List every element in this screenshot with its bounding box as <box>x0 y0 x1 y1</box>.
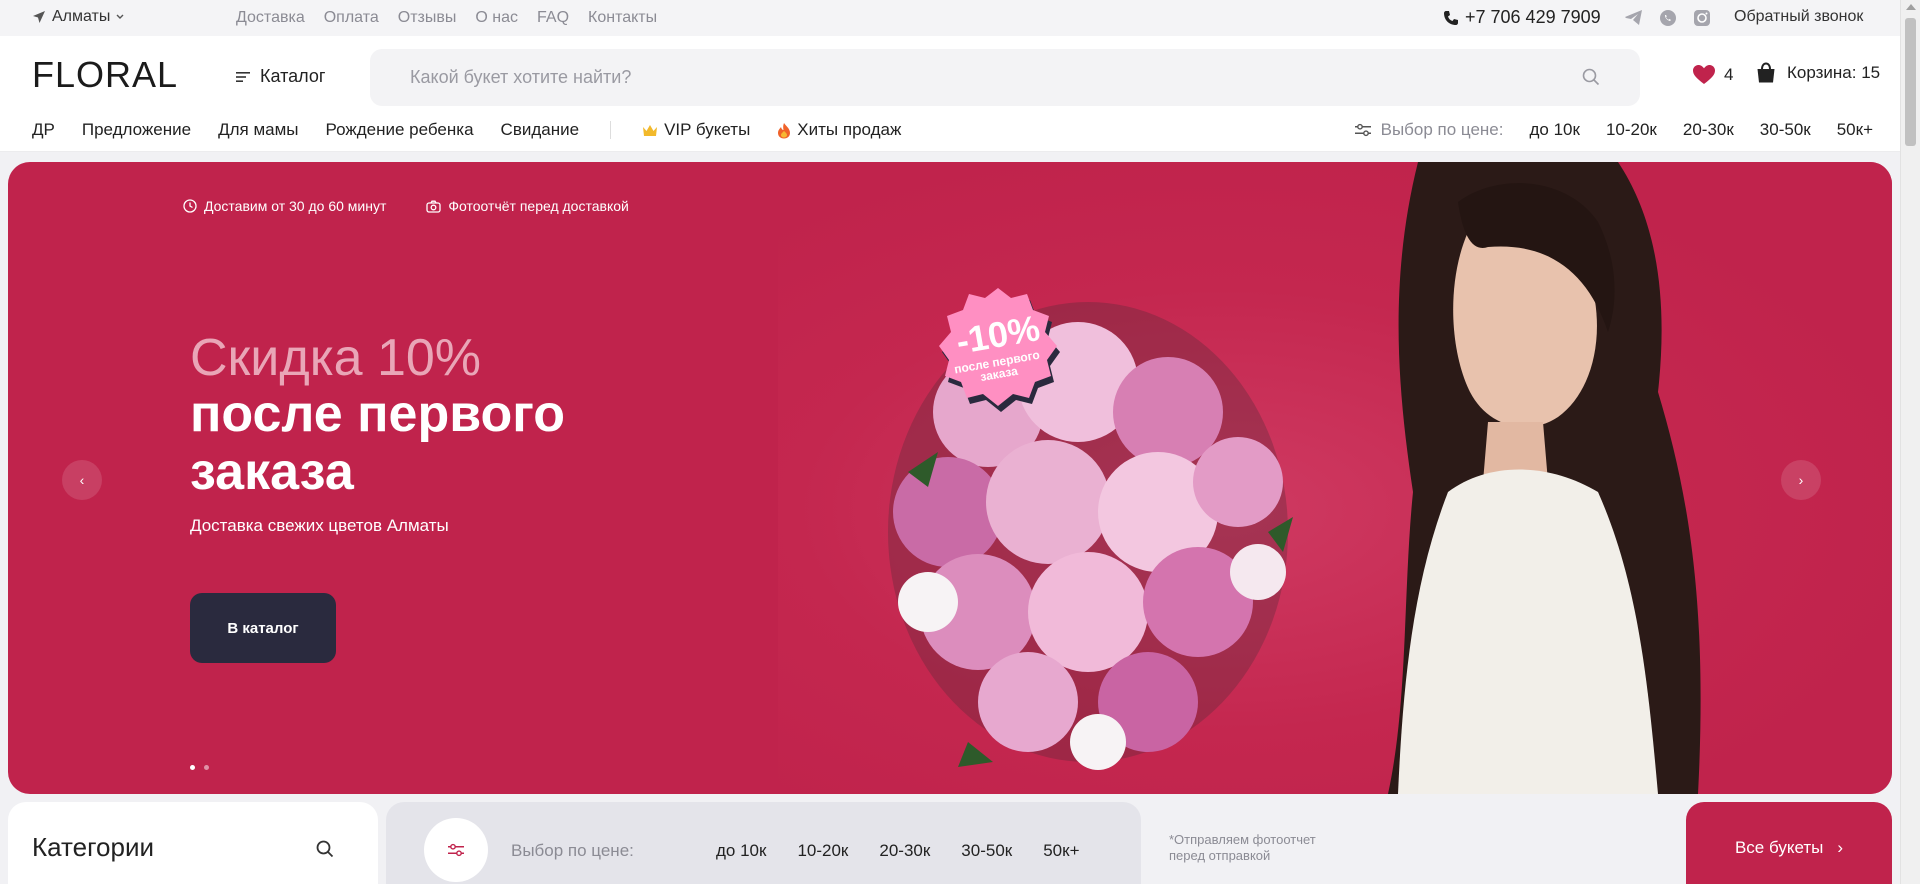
top-links: Доставка Оплата Отзывы О нас FAQ Контакт… <box>236 9 657 27</box>
favorites-count: 4 <box>1724 64 1734 84</box>
crown-icon <box>643 124 658 136</box>
hero-title-bold: после первого заказа <box>190 385 565 501</box>
catalog-label: Каталог <box>260 66 326 86</box>
link-contacts[interactable]: Контакты <box>588 9 657 27</box>
price-panel-label: Выбор по цене: <box>511 841 634 860</box>
perk-photo-text: Фотоотчёт перед доставкой <box>448 198 629 214</box>
hero-subtitle: Доставка свежих цветов Алматы <box>190 516 449 535</box>
all-bouquets-button[interactable]: Все букеты › <box>1686 802 1892 884</box>
page-scrollbar[interactable] <box>1900 0 1920 884</box>
nav-item-date[interactable]: Свидание <box>501 120 580 140</box>
search-icon[interactable] <box>1582 68 1600 86</box>
perk-delivery-text: Доставим от 30 до 60 минут <box>204 198 387 214</box>
hero-banner: -10% после первого заказа Доставим от 30… <box>8 162 1892 794</box>
cart-button[interactable]: Корзина: 15 <box>1755 62 1880 84</box>
clock-icon <box>183 199 197 213</box>
all-bouquets-label: Все букеты <box>1734 838 1824 857</box>
perk-delivery: Доставим от 30 до 60 минут <box>183 198 386 214</box>
shopping-bag-icon <box>1757 62 1775 83</box>
price-option-under-10k[interactable]: до 10к <box>1530 120 1580 140</box>
slider-prev-button[interactable]: ‹ <box>62 460 102 500</box>
price-panel-50k-plus[interactable]: 50к+ <box>1043 841 1079 861</box>
hero-title-light: Скидка 10% <box>190 329 482 387</box>
scrollbar-thumb[interactable] <box>1905 18 1916 146</box>
category-nav: ДР Предложение Для мамы Рождение ребенка… <box>32 120 901 140</box>
phone-link[interactable]: +7 706 429 7909 <box>1443 7 1601 28</box>
perk-photo: Фотоотчёт перед доставкой <box>426 198 629 214</box>
header-price-filter: Выбор по цене: до 10к 10-20к 20-30к 30-5… <box>1354 120 1873 140</box>
callback-link[interactable]: Обратный звонок <box>1734 8 1863 26</box>
chevron-right-icon: › <box>1798 472 1804 488</box>
phone-icon <box>1444 10 1458 25</box>
telegram-icon[interactable] <box>1624 9 1644 27</box>
chevron-left-icon: ‹ <box>79 472 85 488</box>
city-name: Алматы <box>52 8 111 25</box>
sliders-icon <box>1354 123 1371 137</box>
to-catalog-button[interactable]: В каталог <box>190 593 336 663</box>
scroll-up-icon[interactable] <box>1906 4 1916 10</box>
nav-item-birthday[interactable]: ДР <box>32 120 55 140</box>
chevron-down-icon <box>116 14 124 19</box>
nav-item-proposal[interactable]: Предложение <box>82 120 191 140</box>
link-about[interactable]: О нас <box>475 9 518 27</box>
hero-perks: Доставим от 30 до 60 минут Фотоотчёт пер… <box>183 198 629 214</box>
nav-item-for-mom[interactable]: Для мамы <box>218 120 298 140</box>
sliders-icon <box>448 843 464 857</box>
fire-icon <box>778 122 791 138</box>
price-option-30-50k[interactable]: 30-50к <box>1760 120 1811 140</box>
price-panel-10-20k[interactable]: 10-20к <box>797 841 848 861</box>
logo[interactable]: FLORAL <box>32 54 178 96</box>
nav-divider <box>610 121 612 139</box>
price-filter-panel: Выбор по цене: до 10к 10-20к 20-30к 30-5… <box>386 802 1141 884</box>
whatsapp-icon[interactable] <box>1658 9 1678 27</box>
price-option-50k-plus[interactable]: 50к+ <box>1837 120 1873 140</box>
price-option-20-30k[interactable]: 20-30к <box>1683 120 1734 140</box>
link-payment[interactable]: Оплата <box>324 9 379 27</box>
menu-icon <box>236 71 250 82</box>
link-reviews[interactable]: Отзывы <box>398 9 457 27</box>
instagram-icon[interactable] <box>1692 9 1712 27</box>
social-links <box>1624 9 1712 27</box>
search-icon[interactable] <box>316 840 334 858</box>
categories-title: Категории <box>32 832 154 862</box>
price-filter-label: Выбор по цене: <box>1354 120 1504 140</box>
camera-icon <box>426 200 442 213</box>
nav-item-newborn[interactable]: Рождение ребенка <box>326 120 474 140</box>
phone-number: +7 706 429 7909 <box>1465 7 1601 27</box>
search-input[interactable] <box>410 49 1510 106</box>
price-panel-30-50k[interactable]: 30-50к <box>961 841 1012 861</box>
filter-circle[interactable] <box>424 818 488 882</box>
discount-badge: -10% после первого заказа <box>933 284 1063 414</box>
top-bar: Алматы Доставка Оплата Отзывы О нас FAQ … <box>0 0 1900 36</box>
chevron-right-icon: › <box>1837 838 1844 857</box>
categories-panel: Категории <box>8 802 378 884</box>
slider-next-button[interactable]: › <box>1781 460 1821 500</box>
price-filter-text: Выбор по цене: <box>1380 120 1504 139</box>
heart-icon <box>1693 65 1715 84</box>
nav-item-hits[interactable]: Хиты продаж <box>777 120 901 140</box>
search-box <box>370 49 1640 106</box>
price-option-10-20k[interactable]: 10-20к <box>1606 120 1657 140</box>
nav-vip-label: VIP букеты <box>664 120 751 139</box>
link-delivery[interactable]: Доставка <box>236 9 305 27</box>
price-panel-options: до 10к 10-20к 20-30к 30-50к 50к+ <box>716 841 1080 861</box>
slider-dot-1[interactable] <box>190 765 195 770</box>
nav-item-vip[interactable]: VIP букеты <box>642 120 750 140</box>
price-panel-under-10k[interactable]: до 10к <box>716 841 766 861</box>
nav-hits-label: Хиты продаж <box>797 120 902 139</box>
link-faq[interactable]: FAQ <box>537 9 569 27</box>
photo-report-note: *Отправляем фотоотчет перед отправкой <box>1169 832 1316 863</box>
slider-dot-2[interactable] <box>204 765 209 770</box>
cart-label: Корзина: 15 <box>1787 63 1881 82</box>
catalog-button[interactable]: Каталог <box>236 66 325 87</box>
favorites-button[interactable]: 4 <box>1692 64 1733 85</box>
header: FLORAL Каталог 4 Корзина: 15 ДР Предложе… <box>0 36 1900 152</box>
slider-dots <box>190 765 209 770</box>
city-selector[interactable]: Алматы <box>32 8 124 26</box>
header-divider <box>0 151 1900 152</box>
location-arrow-icon <box>33 11 45 23</box>
price-panel-20-30k[interactable]: 20-30к <box>879 841 930 861</box>
bottom-strip: Категории Выбор по цене: до 10к 10-20к 2… <box>0 802 1900 884</box>
